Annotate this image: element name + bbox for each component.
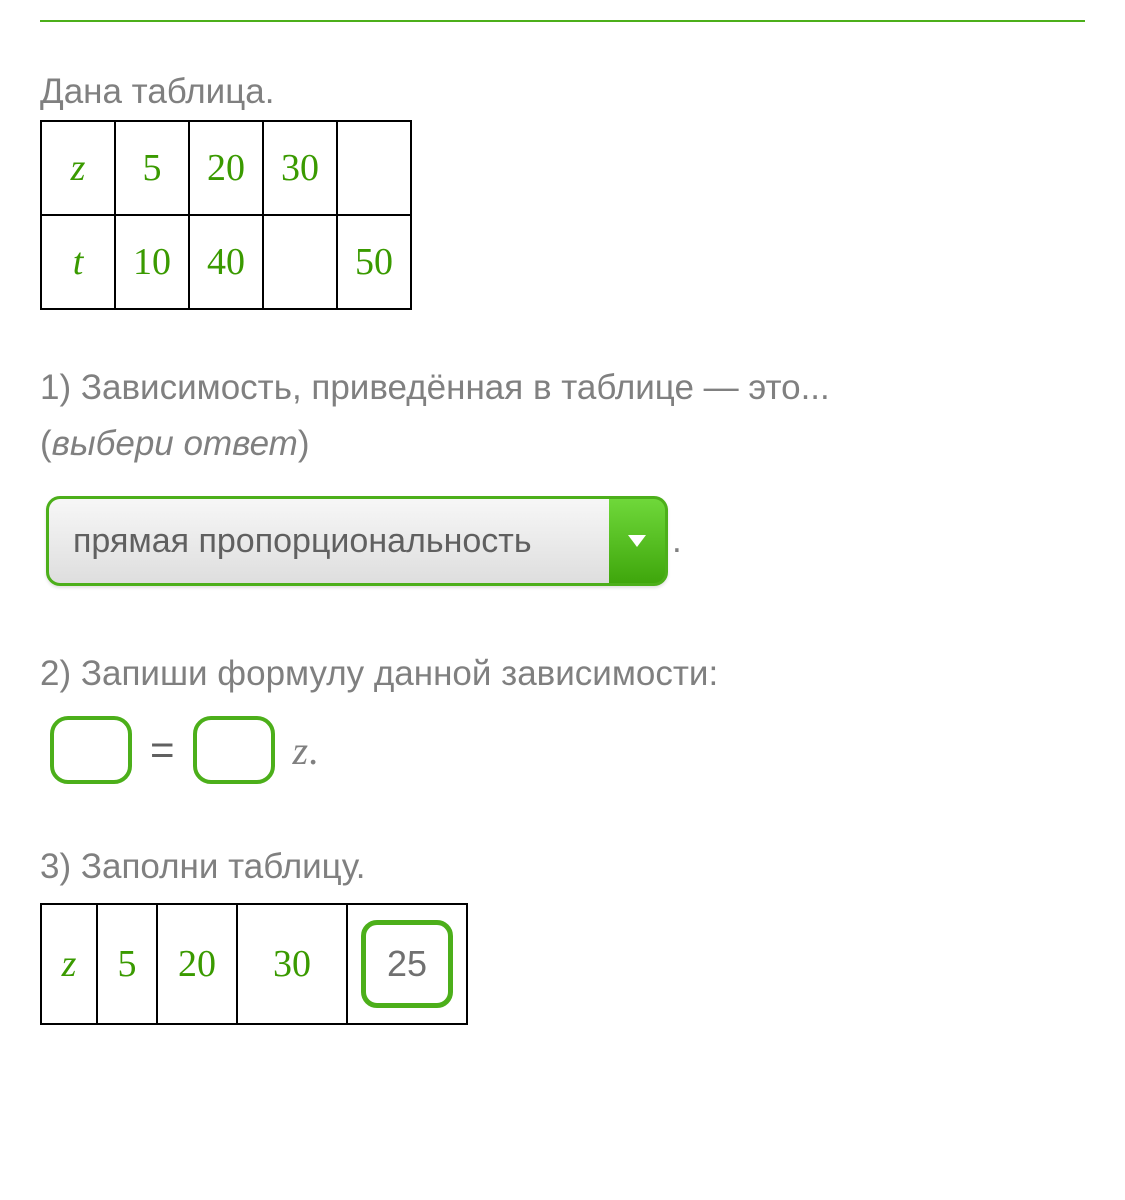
table-cell: 30	[263, 121, 337, 215]
equals-sign: =	[150, 726, 175, 774]
question-1-prompt: 1) Зависимость, приведённая в таблице — …	[40, 360, 1085, 472]
formula: = z.	[50, 716, 1085, 784]
formula-var: z.	[293, 727, 319, 774]
table-cell: 5	[115, 121, 189, 215]
formula-input-left[interactable]	[50, 716, 132, 784]
given-table: z 5 20 30 t 10 40 50	[40, 120, 412, 310]
table-cell: 10	[115, 215, 189, 309]
intro-text: Дана таблица.	[40, 72, 1085, 112]
chevron-down-icon	[628, 534, 646, 548]
question-2-prompt: 2) Запиши формулу данной зависимости:	[40, 646, 1085, 702]
table-input[interactable]: 25	[361, 920, 453, 1008]
var-label: z	[41, 121, 115, 215]
table-row: z 5 20 30 25	[41, 904, 467, 1024]
table-cell: 20	[189, 121, 263, 215]
answer-1-select[interactable]: прямая пропорциональность	[46, 496, 668, 586]
table-cell	[337, 121, 411, 215]
table-row: t 10 40 50	[41, 215, 411, 309]
answer-1-trail: .	[672, 521, 682, 561]
question-3-prompt: 3) Заполни таблицу.	[40, 839, 1085, 895]
table-cell: 20	[157, 904, 237, 1024]
question-1-hint: выбери ответ	[52, 424, 298, 463]
dropdown-arrow[interactable]	[609, 499, 665, 583]
question-1-text: 1) Зависимость, приведённая в таблице — …	[40, 368, 830, 407]
table-cell: 30	[237, 904, 347, 1024]
answer-1-selected: прямая пропорциональность	[49, 499, 609, 583]
table-cell: 5	[97, 904, 157, 1024]
var-label: z	[41, 904, 97, 1024]
table-cell: 50	[337, 215, 411, 309]
answer-1-wrap: прямая пропорциональность .	[46, 496, 682, 586]
table-cell: 40	[189, 215, 263, 309]
divider-top	[40, 20, 1085, 22]
formula-trail: .	[308, 728, 318, 773]
formula-var-letter: z	[293, 728, 309, 773]
table-input-cell: 25	[347, 904, 467, 1024]
var-label: t	[41, 215, 115, 309]
fill-table: z 5 20 30 25	[40, 903, 468, 1025]
table-row: z 5 20 30	[41, 121, 411, 215]
formula-input-right[interactable]	[193, 716, 275, 784]
table-cell	[263, 215, 337, 309]
